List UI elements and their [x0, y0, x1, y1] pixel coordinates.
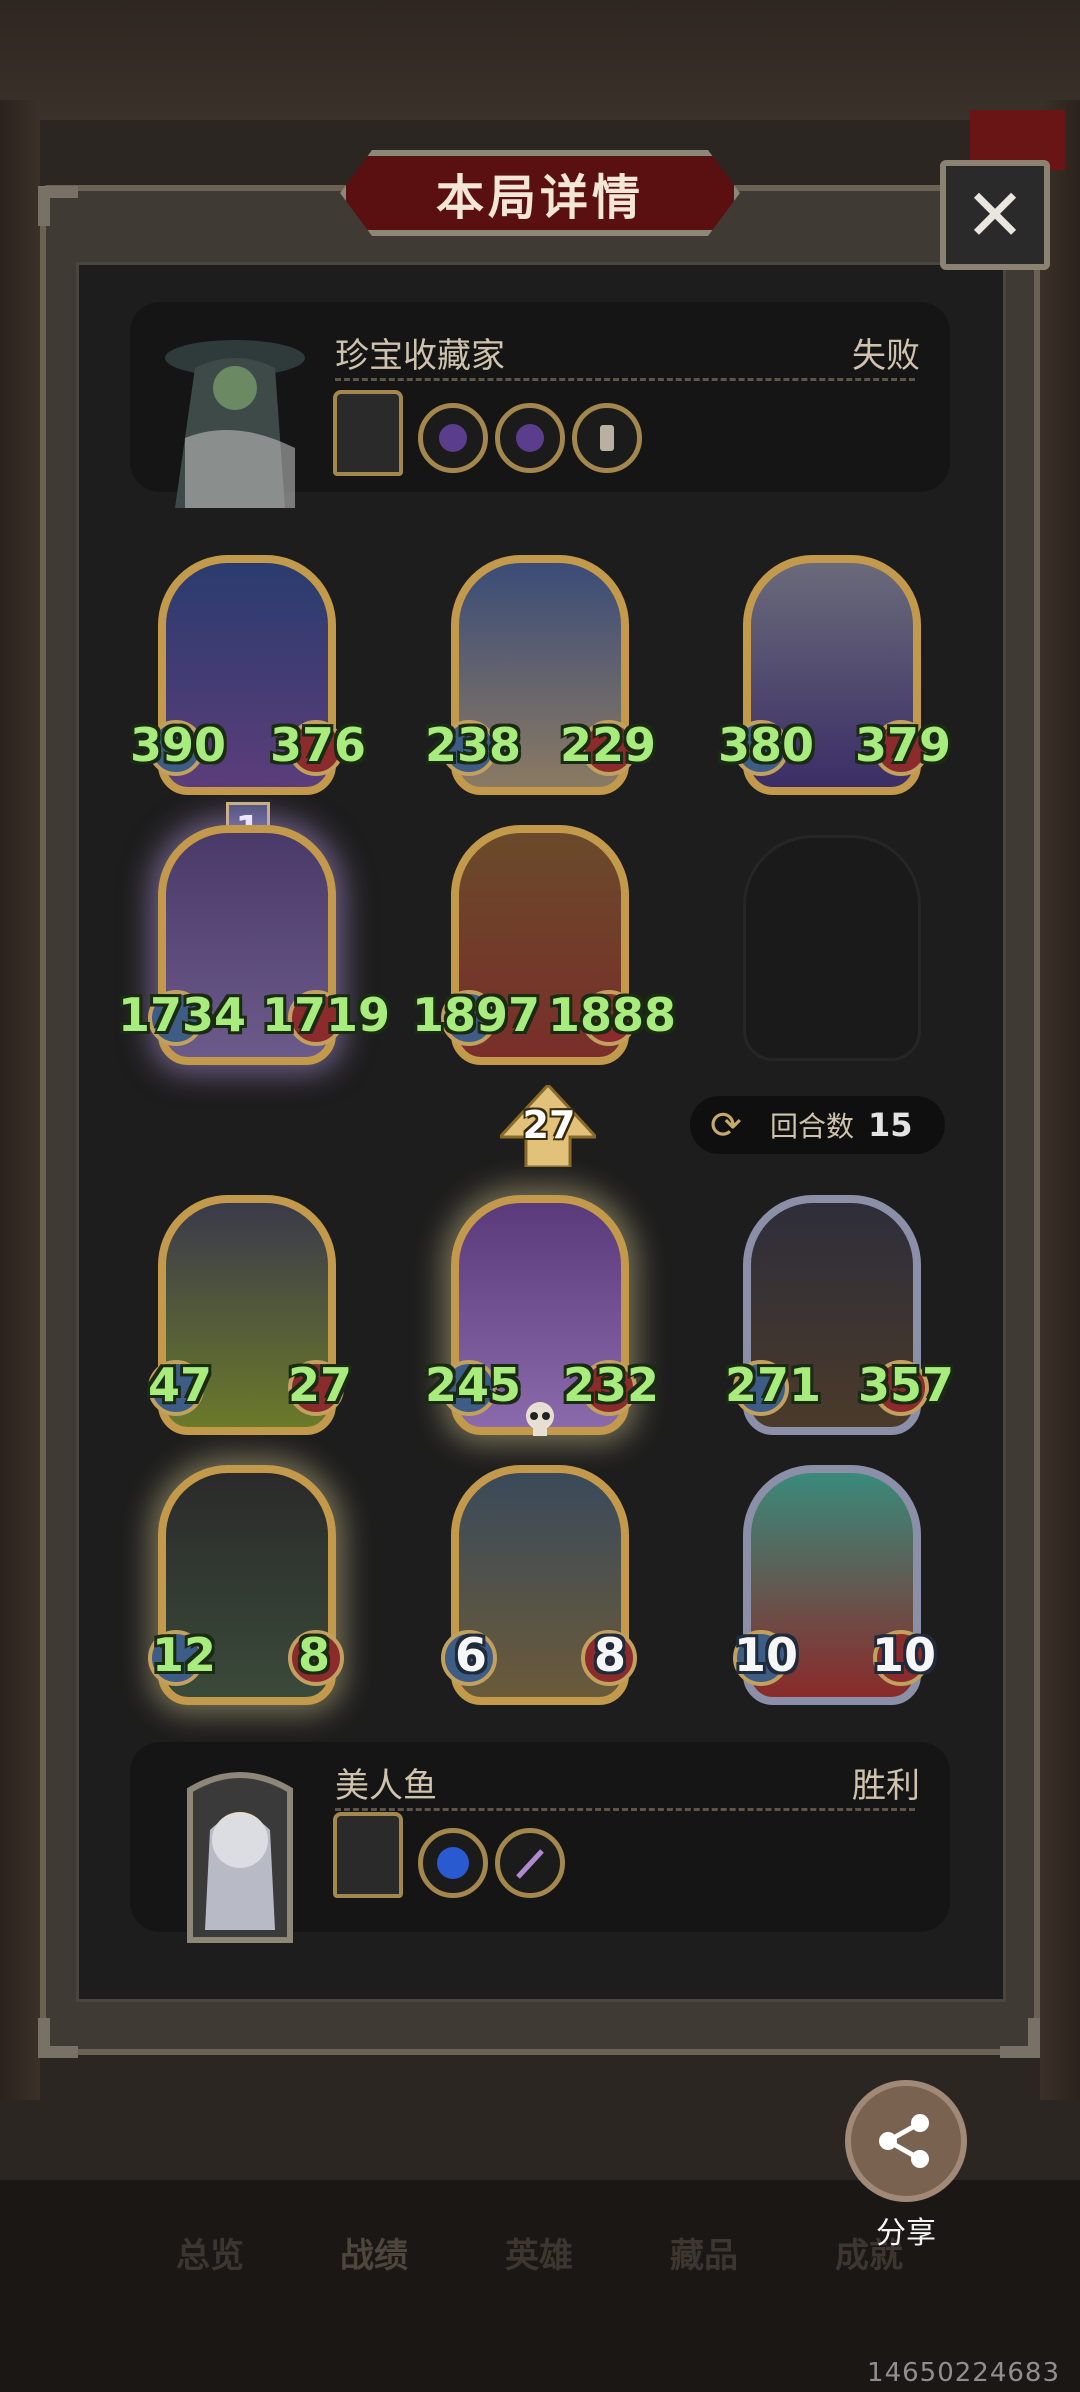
turn-label: 回合数 [770, 1110, 855, 1143]
minion-attack: 271 [725, 1358, 822, 1412]
empty-minion-slot [743, 835, 921, 1061]
purple-orb-item-icon[interactable] [495, 403, 565, 473]
minion-attack: 1734 [118, 988, 247, 1042]
minion-health: 379 [855, 718, 952, 772]
dialog-title-plate: 本局详情 [340, 150, 740, 236]
left-wood-edge [0, 100, 40, 2100]
minion-health: 27 [288, 1358, 353, 1412]
scroll-item-icon[interactable] [572, 403, 642, 473]
top-background [0, 0, 1080, 120]
minion-attack: 390 [130, 718, 227, 772]
right-wood-edge [1040, 100, 1080, 2100]
divider [335, 1808, 915, 1811]
damage-value: 27 [522, 1103, 576, 1147]
divider [335, 378, 915, 381]
minion-health: 229 [560, 718, 657, 772]
player-result: 胜利 [852, 1766, 920, 1806]
skull-icon [526, 1402, 554, 1436]
dialog-title: 本局详情 [435, 170, 644, 226]
minion-attack: 1897 [412, 988, 541, 1042]
minion-health: 232 [563, 1358, 660, 1412]
nav-records[interactable]: 战绩 [340, 2228, 408, 2277]
minion-card-item-icon[interactable] [333, 1812, 403, 1898]
nav-collection[interactable]: 藏品 [670, 2228, 738, 2277]
turn-value: 15 [868, 1106, 913, 1144]
minion-attack: 380 [718, 718, 815, 772]
minion-attack: 10 [734, 1628, 799, 1682]
minion-card-item-icon[interactable] [333, 390, 403, 476]
minion-attack: 245 [425, 1358, 522, 1412]
player-hero-portrait[interactable] [170, 1760, 310, 1950]
nav-overview[interactable]: 总览 [176, 2228, 244, 2277]
minion-health: 10 [872, 1628, 937, 1682]
purple-staff-item-icon[interactable] [495, 1828, 565, 1898]
player-name: 美人鱼 [335, 1766, 437, 1806]
turn-counter: ⟳ 回合数 15 [690, 1096, 945, 1154]
minion-attack: 6 [455, 1628, 488, 1682]
share-label: 分享 [876, 2216, 936, 2251]
blue-orb-item-icon[interactable] [418, 1828, 488, 1898]
minion-health: 1888 [548, 988, 677, 1042]
minion-health: 8 [298, 1628, 331, 1682]
minion-health: 357 [858, 1358, 955, 1412]
share-icon [879, 2114, 929, 2168]
minion-attack: 12 [152, 1628, 217, 1682]
minion-health: 1719 [262, 988, 391, 1042]
nav-heroes[interactable]: 英雄 [505, 2228, 573, 2277]
opponent-name: 珍宝收藏家 [335, 336, 505, 376]
user-id: 14650224683 [867, 2358, 1060, 2388]
minion-health: 8 [594, 1628, 627, 1682]
opponent-result: 失败 [852, 336, 920, 376]
close-icon: ✕ [964, 173, 1026, 257]
opponent-hero-portrait[interactable] [145, 318, 325, 518]
purple-orb-item-icon[interactable] [418, 403, 488, 473]
minion-attack: 238 [425, 718, 522, 772]
share-button[interactable] [845, 2080, 967, 2202]
turn-cycle-icon: ⟳ [710, 1103, 742, 1147]
minion-health: 376 [270, 718, 367, 772]
close-button[interactable]: ✕ [940, 160, 1050, 270]
minion-attack: 47 [148, 1358, 213, 1412]
